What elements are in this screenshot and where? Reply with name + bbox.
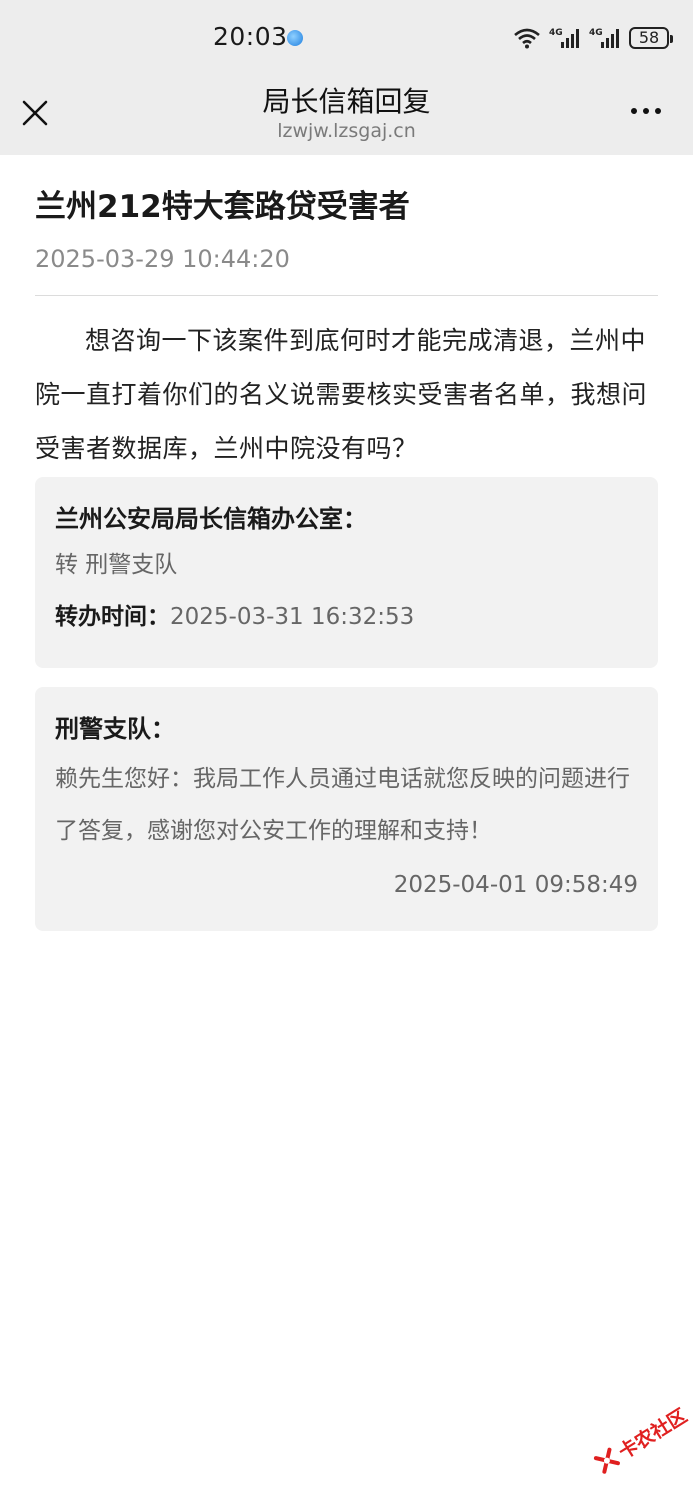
- watermark-text: 卡农社区: [614, 1404, 691, 1464]
- reply-date: 2025-04-01 09:58:49: [393, 872, 638, 898]
- status-icons: 4G 4G 58: [513, 24, 673, 52]
- battery-indicator: 58: [629, 27, 673, 49]
- more-dot: [631, 108, 637, 114]
- forward-time-label: 转办时间：: [55, 604, 170, 630]
- article-date: 2025-03-29 10:44:20: [35, 245, 290, 273]
- notification-dot-icon: [287, 30, 303, 46]
- page-title: 局长信箱回复: [262, 85, 431, 118]
- more-dot: [643, 108, 649, 114]
- watermark: 卡农社区: [587, 1397, 693, 1484]
- forward-time-value: 2025-03-31 16:32:53: [170, 604, 415, 630]
- forward-card-heading: 兰州公安局局长信箱办公室：: [55, 505, 367, 533]
- reply-text: 赖先生您好：我局工作人员通过电话就您反映的问题进行了答复，感谢您对公安工作的理解…: [55, 766, 630, 844]
- wifi-icon: [513, 27, 541, 49]
- divider: [35, 295, 658, 296]
- forward-text: 转 刑警支队: [55, 552, 178, 578]
- forward-card: 兰州公安局局长信箱办公室： 转 刑警支队 转办时间：2025-03-31 16:…: [35, 477, 658, 668]
- reply-card: 刑警支队： 赖先生您好：我局工作人员通过电话就您反映的问题进行了答复，感谢您对公…: [35, 687, 658, 931]
- more-icon[interactable]: [631, 108, 661, 114]
- status-bar: 20:03 4G 4G 58: [0, 0, 693, 76]
- forward-time-row: 转办时间：2025-03-31 16:32:53: [55, 591, 638, 643]
- signal-icon-2: 4G: [589, 26, 621, 50]
- page-domain: lzwjw.lzsgaj.cn: [277, 120, 416, 142]
- network-label-2: 4G: [589, 28, 603, 38]
- question-text: 想咨询一下该案件到底何时才能完成清退，兰州中院一直打着你们的名义说需要核实受害者…: [35, 326, 648, 463]
- top-bar: 20:03 4G 4G 58 局长信箱回复 lzwjw.lzsgaj.cn: [0, 0, 693, 155]
- more-dot: [655, 108, 661, 114]
- status-time: 20:03: [213, 22, 288, 51]
- article-title: 兰州212特大套路贷受害者: [35, 189, 410, 225]
- signal-icon-1: 4G: [549, 26, 581, 50]
- reply-card-heading: 刑警支队：: [55, 715, 175, 743]
- network-label-1: 4G: [549, 28, 563, 38]
- article-content: 兰州212特大套路贷受害者 2025-03-29 10:44:20 想咨询一下该…: [35, 155, 658, 931]
